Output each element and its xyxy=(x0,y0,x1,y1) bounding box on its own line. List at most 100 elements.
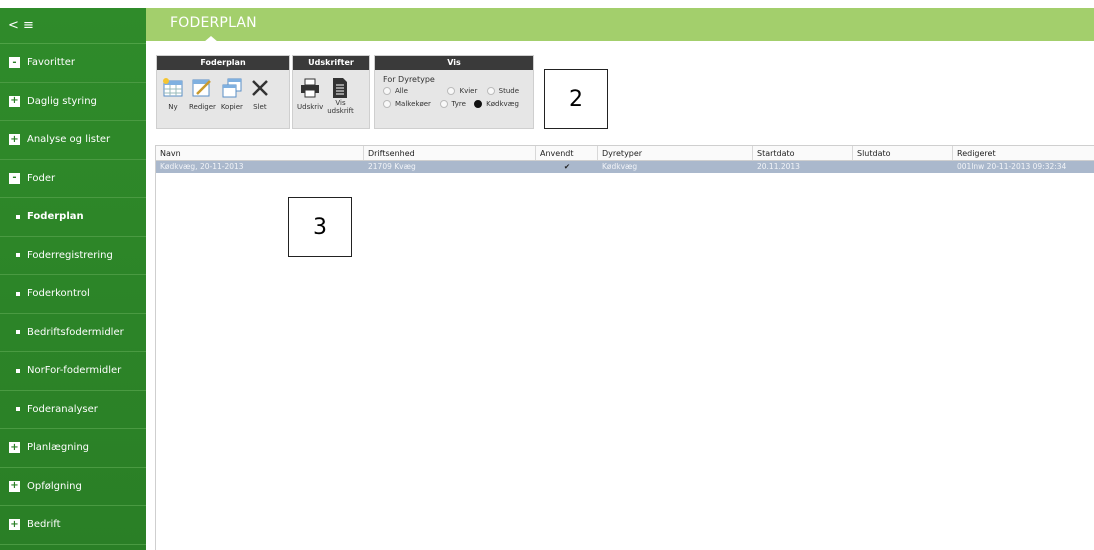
print-button[interactable]: Udskriv xyxy=(297,76,323,115)
new-button[interactable]: Ny xyxy=(161,76,185,111)
expand-icon: + xyxy=(9,518,20,531)
sidebar-item-foder[interactable]: - Foder xyxy=(0,160,146,198)
new-plan-icon xyxy=(161,76,185,100)
radio-label: Kvier xyxy=(459,87,478,95)
sidebar-toggle-label: < ≡ xyxy=(8,18,34,33)
collapse-icon: - xyxy=(9,57,20,69)
show-printout-button[interactable]: Vis udskrift xyxy=(327,76,354,115)
show-printout-label-2: udskrift xyxy=(327,107,354,115)
col-navn[interactable]: Navn xyxy=(156,146,364,160)
delete-button-label: Slet xyxy=(253,103,267,111)
sidebar-item-opfoelgning[interactable]: + Opfølgning xyxy=(0,468,146,506)
ribbon-group-foderplan: Foderplan Ny Rediger Kopier Slet xyxy=(156,55,290,129)
sidebar-item-foderplan[interactable]: Foderplan xyxy=(0,198,146,237)
page-header: FODERPLAN xyxy=(146,8,1094,42)
animal-type-label: For Dyretype xyxy=(383,75,435,84)
ribbon-group-title: Udskrifter xyxy=(293,56,369,70)
sidebar-item-foderkontrol[interactable]: Foderkontrol xyxy=(0,275,146,314)
sidebar: < ≡ - Favoritter + Daglig styring + Anal… xyxy=(0,8,146,550)
printer-icon xyxy=(298,76,322,100)
ribbon-group-title: Vis xyxy=(375,56,533,70)
sidebar-item-label: Analyse og lister xyxy=(27,134,111,146)
header-pointer xyxy=(204,36,218,42)
col-startdato[interactable]: Startdato xyxy=(753,146,853,160)
radio-icon xyxy=(447,87,456,95)
sidebar-item-label: Bedrift xyxy=(27,519,61,531)
delete-button[interactable]: Slet xyxy=(248,76,272,111)
sidebar-item-label: Foderanalyser xyxy=(27,403,98,415)
sidebar-item-analyse-og-lister[interactable]: + Analyse og lister xyxy=(0,121,146,160)
expand-icon: + xyxy=(9,480,20,492)
sidebar-item-label: Daglig styring xyxy=(27,95,97,107)
radio-malkekoer[interactable]: Malkekøer xyxy=(383,100,434,108)
edit-icon xyxy=(190,76,214,100)
cell-slutdato xyxy=(853,161,953,173)
copy-button-label: Kopier xyxy=(220,103,243,111)
callout-2: 2 xyxy=(544,69,608,129)
sidebar-item-label: Foderregistrering xyxy=(27,249,113,261)
radio-kvier[interactable]: Kvier xyxy=(447,87,480,95)
new-button-label: Ny xyxy=(168,103,178,111)
sidebar-item-label: Opfølgning xyxy=(27,480,82,492)
sidebar-item-favoritter[interactable]: - Favoritter xyxy=(0,44,146,83)
table-row[interactable]: Kødkvæg, 20-11-2013 21709 Kvæg ✔ Kødkvæg… xyxy=(156,161,1094,173)
table-border xyxy=(155,145,156,550)
delete-icon xyxy=(248,76,272,100)
sidebar-item-bedriftsfodermidler[interactable]: Bedriftsfodermidler xyxy=(0,314,146,352)
sidebar-item-planlaegning[interactable]: + Planlægning xyxy=(0,429,146,468)
radio-koedkvaeg[interactable]: Kødkvæg xyxy=(474,100,519,108)
col-dyretyper[interactable]: Dyretyper xyxy=(598,146,753,160)
sidebar-toggle[interactable]: < ≡ xyxy=(0,8,146,44)
cell-dyretyper: Kødkvæg xyxy=(602,162,638,171)
collapse-icon: - xyxy=(9,172,20,184)
radio-icon xyxy=(383,100,391,108)
radio-label: Alle xyxy=(395,87,408,95)
bullet-icon xyxy=(16,330,20,335)
sidebar-item-foderregistrering[interactable]: Foderregistrering xyxy=(0,237,146,275)
sidebar-item-label: Planlægning xyxy=(27,442,90,454)
radio-icon xyxy=(486,87,495,95)
table-header: Navn Driftsenhed Anvendt Dyretyper Start… xyxy=(156,145,1094,161)
ribbon-group-title: Foderplan xyxy=(157,56,289,70)
cell-redigeret: 001lnw 20-11-2013 09:32:34 xyxy=(957,162,1067,171)
cell-anvendt-check: ✔ xyxy=(563,162,571,171)
bullet-icon xyxy=(16,407,20,412)
feed-plan-table: Navn Driftsenhed Anvendt Dyretyper Start… xyxy=(156,145,1094,173)
radio-stude[interactable]: Stude xyxy=(486,87,519,95)
document-icon xyxy=(328,76,352,100)
cell-navn: Kødkvæg, 20-11-2013 xyxy=(160,162,244,171)
copy-button[interactable]: Kopier xyxy=(220,76,244,111)
bullet-icon xyxy=(16,253,20,258)
expand-icon: + xyxy=(9,95,20,107)
edit-button-label: Rediger xyxy=(189,103,216,111)
radio-selected-icon xyxy=(474,100,483,108)
sidebar-item-label: Foderplan xyxy=(27,211,84,223)
sidebar-item-foderanalyser[interactable]: Foderanalyser xyxy=(0,391,146,429)
cell-startdato: 20.11.2013 xyxy=(757,162,800,171)
page-title: FODERPLAN xyxy=(170,15,257,31)
radio-label: Tyre xyxy=(451,100,466,108)
sidebar-item-label: Foderkontrol xyxy=(27,288,90,300)
radio-label: Malkekøer xyxy=(395,100,431,108)
radio-icon xyxy=(383,87,391,95)
col-slutdato[interactable]: Slutdato xyxy=(853,146,953,160)
ribbon-group-udskrifter: Udskrifter Udskriv Vis udskrift xyxy=(292,55,370,129)
sidebar-item-label: NorFor-fodermidler xyxy=(27,365,122,377)
col-driftsenhed[interactable]: Driftsenhed xyxy=(364,146,536,160)
bullet-icon xyxy=(16,368,20,373)
radio-alle[interactable]: Alle xyxy=(383,87,441,95)
sidebar-item-norfor-fodermidler[interactable]: NorFor-fodermidler xyxy=(0,352,146,391)
sidebar-item-label: Favoritter xyxy=(27,57,75,69)
edit-button[interactable]: Rediger xyxy=(189,76,216,111)
cell-driftsenhed: 21709 Kvæg xyxy=(368,162,416,171)
ribbon-group-vis: Vis For Dyretype Alle Kvier Stude Malkek… xyxy=(374,55,534,129)
sidebar-item-daglig-styring[interactable]: + Daglig styring xyxy=(0,83,146,121)
expand-icon: + xyxy=(9,441,20,454)
radio-icon xyxy=(439,100,448,108)
radio-label: Stude xyxy=(498,87,519,95)
col-redigeret[interactable]: Redigeret xyxy=(953,146,1094,160)
col-anvendt[interactable]: Anvendt xyxy=(536,146,598,160)
callout-3: 3 xyxy=(288,197,352,257)
sidebar-item-bedrift[interactable]: + Bedrift xyxy=(0,506,146,545)
radio-tyre[interactable]: Tyre xyxy=(439,100,469,108)
